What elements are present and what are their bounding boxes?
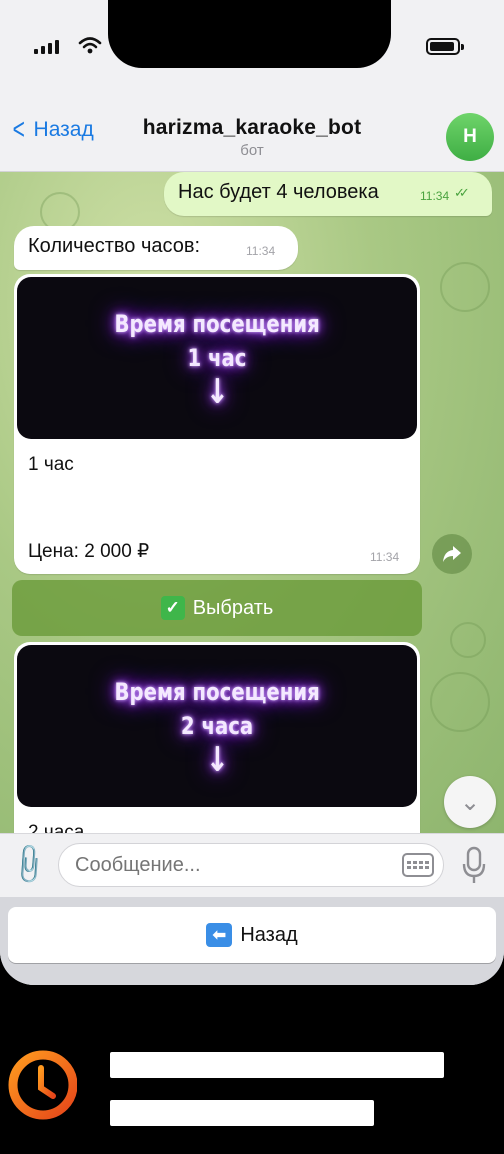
- chat-header: < Назад harizma_karaoke_bot бот H: [0, 96, 504, 172]
- image-caption-line2: 2 часа: [180, 712, 254, 740]
- share-button[interactable]: [432, 534, 472, 574]
- product-card[interactable]: Время посещения 2 часа ↓ 2 часа: [14, 642, 420, 833]
- share-arrow-icon: [443, 546, 461, 562]
- message-composer: 📎: [0, 833, 504, 897]
- microphone-icon[interactable]: [462, 846, 486, 886]
- bot-avatar[interactable]: H: [446, 113, 494, 161]
- clock-icon: [8, 1050, 77, 1120]
- cellular-signal-icon: [34, 40, 59, 54]
- message-text: Количество часов:: [28, 235, 201, 257]
- double-check-icon: ✓✓: [454, 185, 470, 200]
- arrow-down-icon: ↓: [205, 372, 229, 412]
- wifi-icon: [78, 37, 102, 54]
- select-button[interactable]: ✓ Выбрать: [12, 580, 422, 636]
- wallpaper-doodle: [450, 622, 486, 658]
- keyboard-back-label: Назад: [240, 923, 298, 946]
- incoming-message[interactable]: Количество часов: 11:34: [14, 226, 298, 270]
- product-image: Время посещения 1 час ↓: [17, 277, 417, 439]
- notch: [108, 0, 391, 68]
- attach-icon[interactable]: 📎: [5, 841, 53, 889]
- back-arrow-icon: ⬅: [206, 923, 233, 947]
- battery-icon: [426, 38, 464, 55]
- message-text: Нас будет 4 человека: [178, 181, 379, 203]
- image-caption-line2: 1 час: [187, 344, 247, 372]
- outgoing-message[interactable]: Нас будет 4 человека 11:34 ✓✓: [164, 172, 492, 216]
- product-card[interactable]: Время посещения 1 час ↓ 1 час Цена: 2 00…: [14, 274, 420, 574]
- product-price: Цена: 2 000 ₽: [28, 541, 150, 562]
- image-caption-line1: Время посещения: [114, 678, 320, 706]
- product-name: 2 часа: [28, 822, 85, 833]
- phone-screen: < Назад harizma_karaoke_bot бот H Нас бу…: [0, 0, 504, 985]
- message-input[interactable]: [58, 843, 444, 887]
- product-image: Время посещения 2 часа ↓: [17, 645, 417, 807]
- reply-keyboard: ⬅ Назад: [0, 897, 504, 985]
- message-time: 11:34: [370, 550, 400, 564]
- chat-subtitle: бот: [240, 142, 264, 159]
- chat-area[interactable]: Нас будет 4 человека 11:34 ✓✓ Количество…: [0, 172, 504, 833]
- keyboard-icon[interactable]: [402, 853, 434, 877]
- select-button-label: Выбрать: [192, 596, 274, 619]
- chat-title[interactable]: harizma_karaoke_bot: [0, 116, 504, 140]
- product-name: 1 час: [28, 454, 74, 475]
- message-time: 11:34: [246, 244, 276, 258]
- wallpaper-doodle: [430, 672, 490, 732]
- message-time: 11:34: [420, 189, 450, 203]
- chevron-down-icon: ⌄: [459, 788, 481, 816]
- keyboard-back-button[interactable]: ⬅ Назад: [8, 907, 496, 963]
- image-caption-line1: Время посещения: [114, 310, 320, 338]
- arrow-down-icon: ↓: [205, 740, 229, 780]
- check-mark-icon: ✓: [160, 596, 185, 620]
- wallpaper-doodle: [440, 262, 490, 312]
- scroll-down-button[interactable]: ⌄: [444, 776, 496, 828]
